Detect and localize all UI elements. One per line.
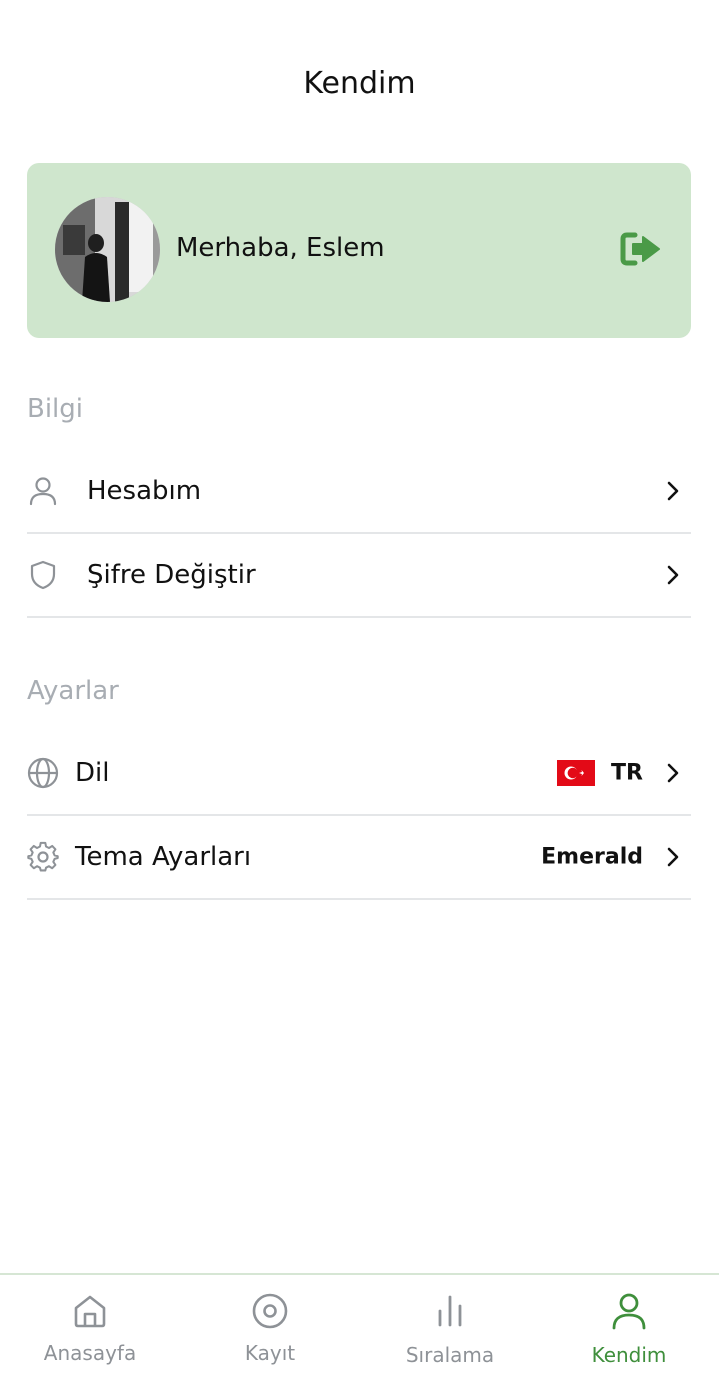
menu-item-label: Şifre Değiştir (87, 560, 256, 590)
logout-icon (620, 232, 660, 266)
turkey-flag-icon (557, 760, 595, 786)
section-title-ayarlar: Ayarlar (27, 676, 119, 706)
menu-item-label: Tema Ayarları (75, 842, 252, 872)
language-value: TR (611, 760, 643, 786)
gear-icon (27, 841, 59, 873)
nav-item-kayit[interactable]: Kayıt (180, 1275, 360, 1377)
chevron-right-icon (661, 563, 685, 587)
greeting-text: Merhaba, Eslem (176, 233, 385, 263)
menu-item-dil[interactable]: Dil TR (27, 732, 691, 816)
home-icon (70, 1291, 110, 1331)
menu-item-hesabim[interactable]: Hesabım (27, 450, 691, 534)
theme-value: Emerald (541, 844, 643, 870)
nav-item-siralama[interactable]: Sıralama (360, 1275, 540, 1377)
logout-button[interactable] (617, 229, 665, 269)
section-title-bilgi: Bilgi (27, 394, 84, 424)
user-icon (27, 475, 59, 507)
shield-icon (27, 559, 59, 591)
nav-label: Sıralama (405, 1343, 495, 1367)
menu-item-tema-ayarlari[interactable]: Tema Ayarları Emerald (27, 816, 691, 900)
chevron-right-icon (661, 761, 685, 785)
avatar[interactable] (55, 197, 160, 302)
chevron-right-icon (661, 479, 685, 503)
menu-item-sifre-degistir[interactable]: Şifre Değiştir (27, 534, 691, 618)
profile-card: Merhaba, Eslem (27, 163, 691, 338)
menu-item-label: Dil (75, 758, 110, 788)
nav-label: Kayıt (244, 1341, 296, 1365)
record-icon (250, 1291, 290, 1331)
nav-label: Kendim (591, 1343, 667, 1367)
chevron-right-icon (661, 845, 685, 869)
nav-item-kendim[interactable]: Kendim (539, 1275, 719, 1377)
page-title: Kendim (303, 66, 416, 101)
bottom-navigation: Anasayfa Kayıt Sıralama Kendim (0, 1273, 719, 1377)
menu-item-label: Hesabım (87, 476, 202, 506)
bar-chart-icon (430, 1291, 470, 1331)
user-photo-icon (55, 197, 160, 302)
nav-label: Anasayfa (43, 1341, 137, 1365)
profile-screen: Kendim Merhaba, Eslem Bilgi Hesabım Şifr… (0, 0, 719, 1377)
nav-item-anasayfa[interactable]: Anasayfa (0, 1275, 180, 1377)
globe-icon (27, 757, 59, 789)
user-icon (609, 1291, 649, 1331)
